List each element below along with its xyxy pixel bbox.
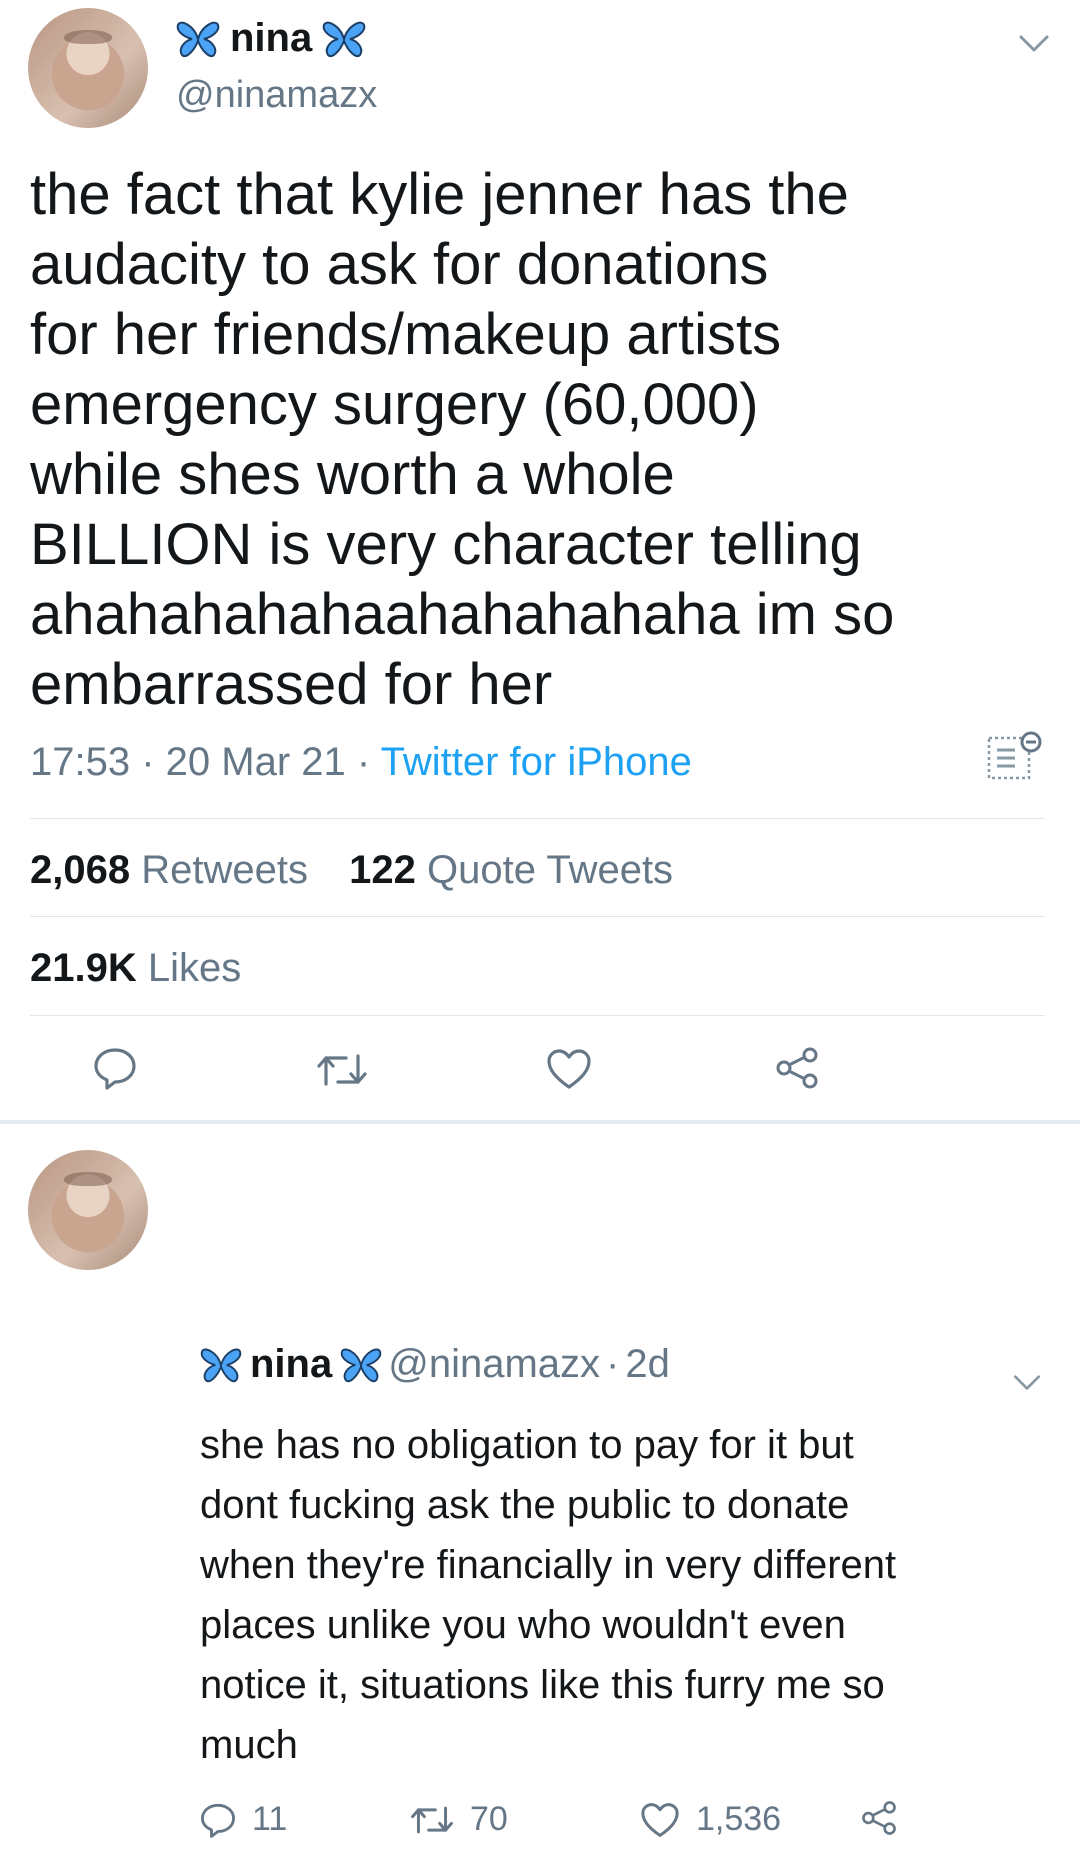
- share-icon[interactable]: [774, 1046, 820, 1090]
- butterfly-icon: [322, 21, 366, 57]
- reply-author-name: nina: [250, 1342, 333, 1386]
- like-icon: [641, 1802, 679, 1837]
- reply-action-bar: 11 70 1,536: [200, 1800, 1060, 1860]
- tweet-meta: 17:53 · 20 Mar 21 · Twitter for iPhone: [30, 740, 692, 785]
- butterfly-icon: [200, 1348, 242, 1382]
- divider: [30, 916, 1045, 917]
- reply-author-avatar[interactable]: [28, 1150, 148, 1270]
- thread-separator: [0, 1120, 1080, 1124]
- chevron-down-icon[interactable]: [1012, 1374, 1042, 1392]
- reply-text: she has no obligation to pay for it but …: [200, 1423, 897, 1767]
- author-name: nina: [230, 16, 313, 60]
- retweet-count: 70: [470, 1800, 508, 1838]
- meta-separator: ·: [606, 1342, 620, 1386]
- meta-separator: ·: [356, 740, 381, 784]
- reply-like-button[interactable]: 1,536: [640, 1800, 781, 1839]
- quote-tweets-stat[interactable]: 122 Quote Tweets: [349, 848, 673, 892]
- reply-header[interactable]: nina @ninamazx · 2d: [200, 1342, 670, 1387]
- butterfly-icon: [341, 1348, 382, 1382]
- author-name-row[interactable]: nina: [176, 16, 366, 61]
- chevron-down-icon[interactable]: [1018, 34, 1050, 54]
- like-count: 1,536: [696, 1800, 782, 1838]
- reply-retweet-button[interactable]: 70: [410, 1800, 508, 1839]
- retweets-stat[interactable]: 2,068 Retweets: [30, 848, 308, 892]
- reply-count: 11: [252, 1800, 288, 1838]
- author-avatar[interactable]: [28, 8, 148, 128]
- meta-separator: ·: [141, 740, 166, 784]
- reply-icon[interactable]: [93, 1046, 137, 1090]
- author-handle[interactable]: @ninamazx: [176, 74, 377, 117]
- divider: [30, 818, 1045, 819]
- reply-icon: [201, 1803, 235, 1838]
- analytics-icon[interactable]: [985, 730, 1045, 782]
- retweet-quote-stats: 2,068 Retweets 122 Quote Tweets: [30, 848, 673, 893]
- tweet-date: 20 Mar 21: [165, 740, 346, 784]
- retweet-icon[interactable]: [316, 1050, 368, 1090]
- butterfly-icon: [176, 21, 220, 57]
- reply-share-button[interactable]: [860, 1800, 898, 1836]
- like-icon[interactable]: [546, 1048, 592, 1090]
- share-icon: [862, 1801, 896, 1835]
- tweet-text: the fact that kylie jenner has the audac…: [30, 162, 895, 717]
- reply-reply-button[interactable]: 11: [200, 1800, 287, 1839]
- tweet-time: 17:53: [30, 740, 131, 784]
- likes-stat[interactable]: 21.9K Likes: [30, 946, 241, 991]
- reply-age: 2d: [625, 1342, 670, 1386]
- retweet-icon: [411, 1806, 453, 1833]
- reply-author-handle: @ninamazx: [388, 1342, 601, 1386]
- tweet-source-link[interactable]: Twitter for iPhone: [381, 740, 692, 784]
- divider: [30, 1015, 1045, 1016]
